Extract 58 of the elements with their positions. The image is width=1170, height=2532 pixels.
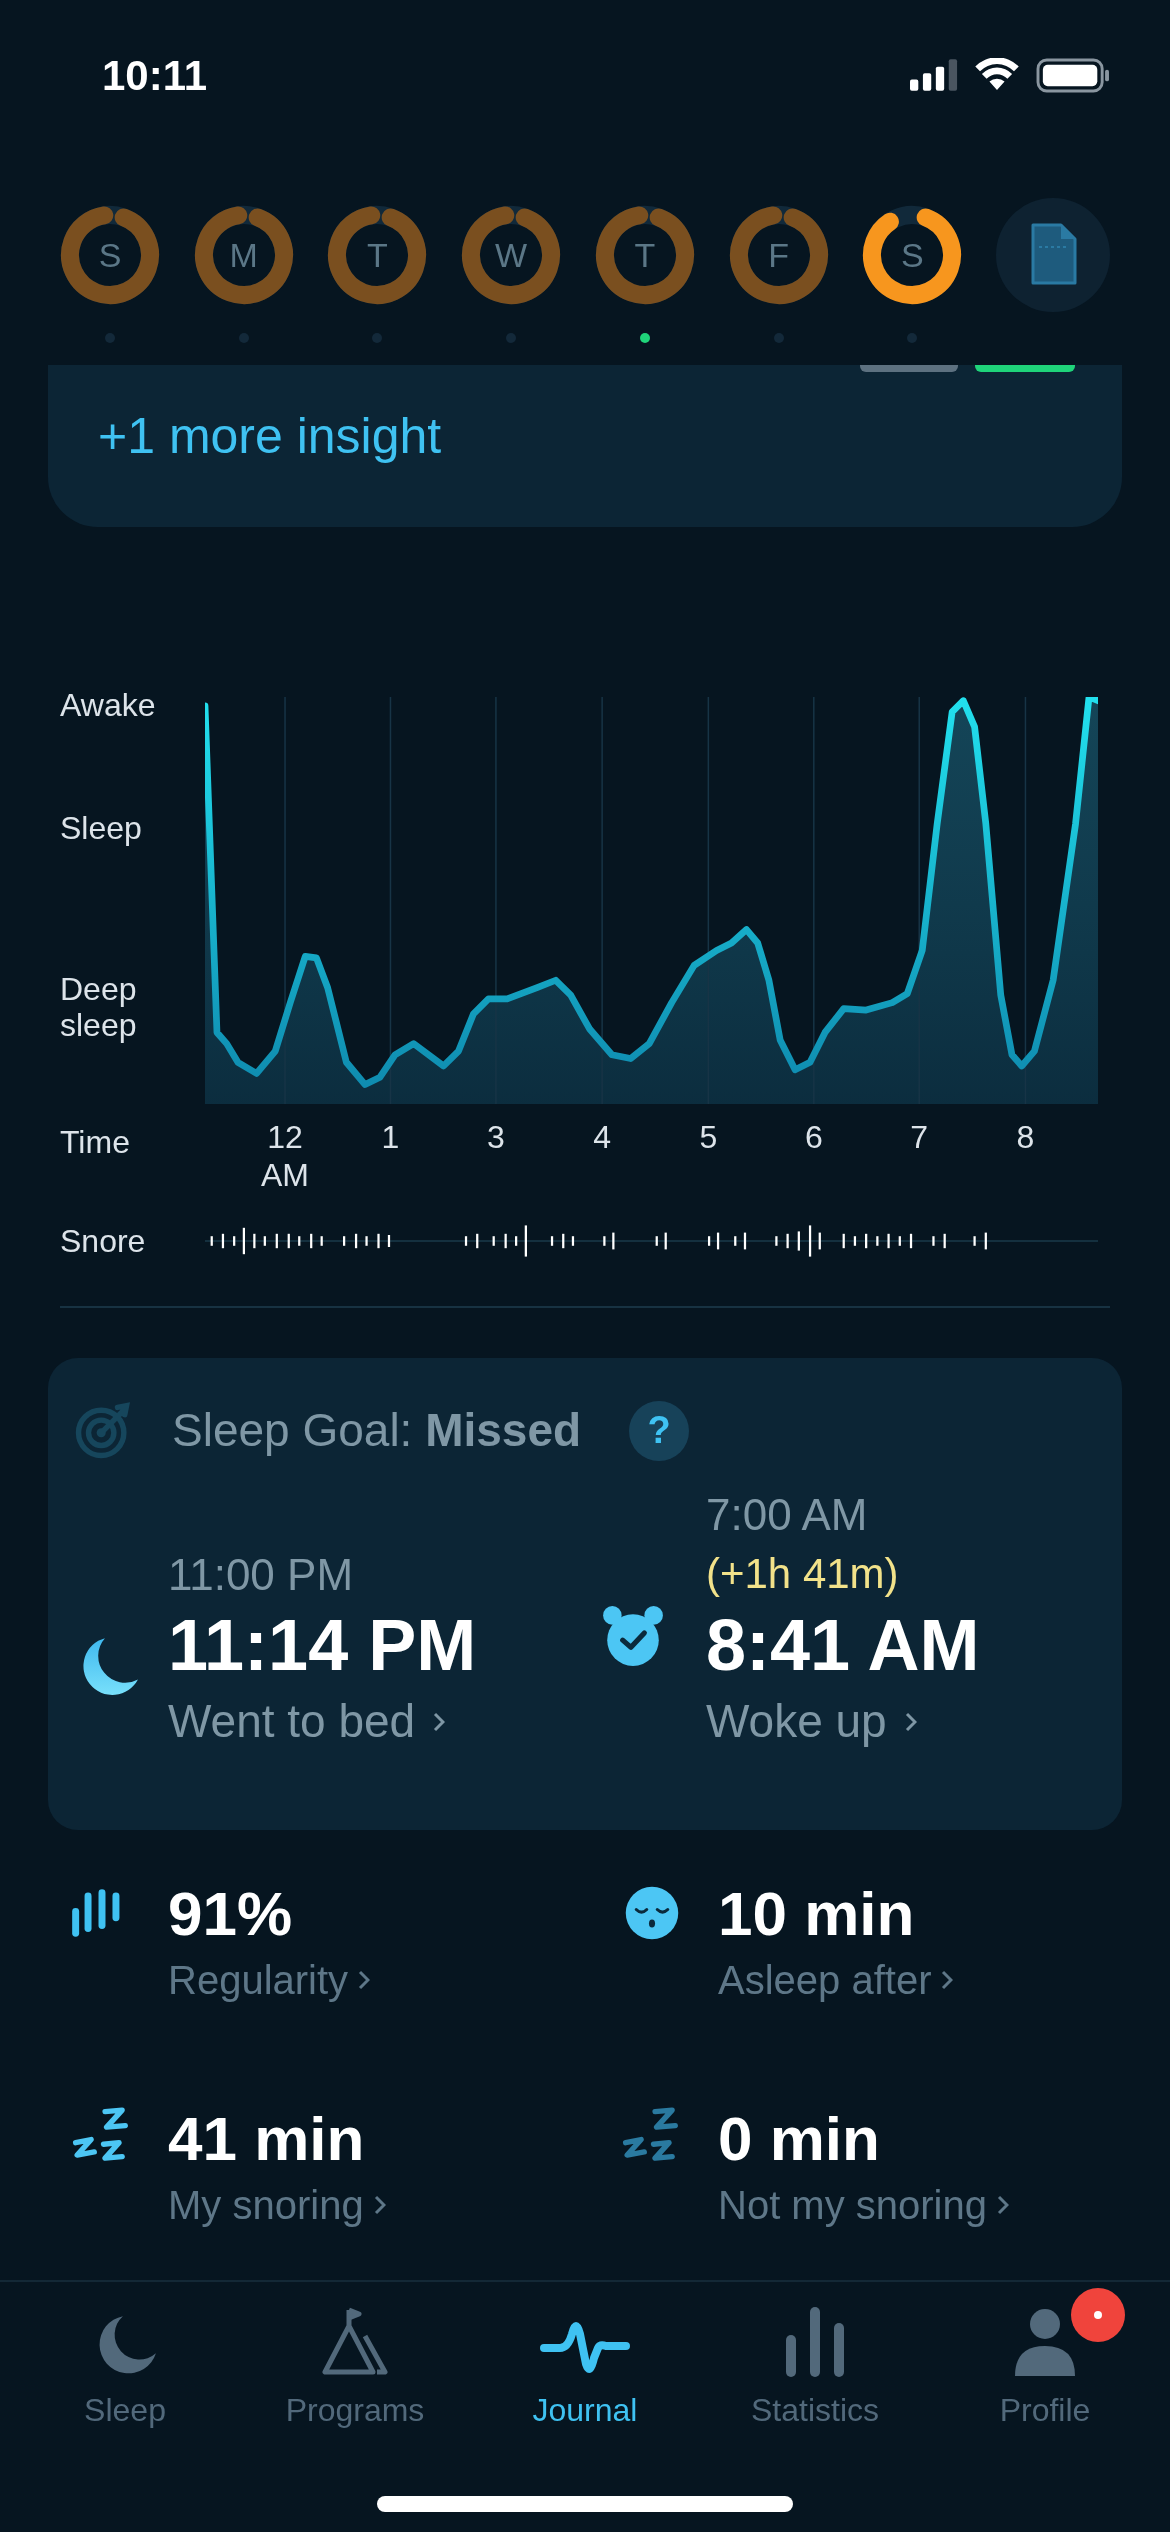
stat-value: 0 min: [718, 2103, 881, 2175]
tab-bar-item[interactable]: Statistics: [715, 2288, 915, 2434]
day-ring[interactable]: S: [862, 205, 963, 305]
more-insights-link[interactable]: +1 more insight: [98, 398, 442, 474]
time-tick: 12 AM: [261, 1118, 309, 1194]
stat-link[interactable]: Not my snoring: [718, 2175, 1009, 2235]
sleep-goal-status: Sleep Goal: Missed: [172, 1403, 582, 1458]
time-tick: 5: [699, 1118, 718, 1156]
tab-bar-item[interactable]: Journal: [485, 2288, 685, 2434]
bar-chart-icon: [783, 2306, 847, 2378]
axis-label: Deep sleep: [60, 971, 138, 1043]
help-button[interactable]: ?: [629, 1400, 690, 1461]
mountain-flag-icon: [319, 2306, 391, 2378]
chevron-icon: [997, 2195, 1009, 2215]
target-icon: [74, 1401, 132, 1460]
actual-time: 11:14 PM: [168, 1604, 477, 1687]
axis-label: Time: [59, 1123, 131, 1162]
stat-link[interactable]: Asleep after: [718, 1950, 954, 2010]
time-tick: 6: [804, 1118, 823, 1156]
day-ring[interactable]: F: [728, 205, 829, 305]
day-ring[interactable]: T: [594, 205, 695, 305]
day-ring[interactable]: T: [327, 205, 428, 305]
tab-bar-item[interactable]: Profile: [945, 2288, 1145, 2434]
woke-up-link[interactable]: Woke up: [706, 1687, 980, 1756]
time-difference: (+1h 41m): [706, 1549, 900, 1599]
tab-bar-item[interactable]: Programs: [255, 2288, 455, 2434]
stat-value: 41 min: [168, 2103, 366, 2175]
stat-link[interactable]: Regularity: [168, 1950, 371, 2010]
day-ring[interactable]: W: [461, 205, 562, 305]
time-tick: 1: [381, 1118, 400, 1156]
planned-time: 7:00 AM: [706, 1489, 869, 1541]
person-icon: [1013, 2306, 1077, 2378]
wifi-icon: [974, 58, 1020, 92]
actual-time: 8:41 AM: [706, 1604, 980, 1687]
stat-value: 91%: [168, 1878, 294, 1950]
chevron-icon: [904, 1711, 917, 1732]
status-time: 10:11: [102, 50, 208, 101]
stat-value: 10 min: [718, 1878, 916, 1950]
axis-label: Awake: [60, 687, 157, 723]
sleepy-face-icon: [624, 1885, 680, 1941]
time-tick: 3: [487, 1118, 505, 1156]
chevron-icon: [941, 1970, 954, 1990]
went-to-bed-link[interactable]: Went to bed: [168, 1687, 477, 1756]
time-tick: 8: [1016, 1118, 1035, 1156]
day-ring[interactable]: M: [193, 205, 294, 305]
axis-label: Sleep: [60, 810, 143, 846]
chevron-icon: [433, 1711, 446, 1732]
axis-label: Snore: [59, 1222, 147, 1261]
planned-time: 11:00 PM: [168, 1549, 355, 1601]
battery-icon: [1036, 57, 1110, 93]
chevron-icon: [373, 2195, 386, 2215]
time-tick: 4: [593, 1118, 611, 1156]
day-ring[interactable]: S: [60, 205, 160, 305]
chevron-icon: [358, 1970, 371, 1990]
time-tick: 7: [910, 1118, 929, 1156]
signal-icon: [910, 59, 958, 91]
tab-bar-item[interactable]: Sleep: [25, 2288, 225, 2434]
stat-link[interactable]: My snoring: [168, 2175, 386, 2235]
